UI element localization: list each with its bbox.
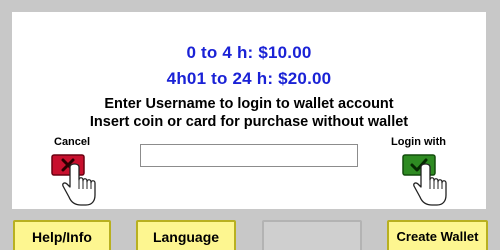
- rate-line-1: 0 to 4 h: $10.00: [186, 43, 312, 62]
- cancel-button[interactable]: [50, 153, 102, 209]
- login-button[interactable]: [401, 153, 453, 209]
- login-label: Login with: [391, 136, 446, 148]
- rate-line-2: 4h01 to 24 h: $20.00: [166, 69, 332, 88]
- blank-button[interactable]: [262, 220, 362, 250]
- username-input[interactable]: [140, 144, 358, 167]
- help-info-button[interactable]: Help/Info: [13, 220, 111, 250]
- main-panel: 0 to 4 h: $10.00 4h01 to 24 h: $20.00 En…: [12, 12, 486, 209]
- kiosk-screen: 0 to 4 h: $10.00 4h01 to 24 h: $20.00 En…: [0, 0, 500, 250]
- instruction-line-2: Insert coin or card for purchase without…: [89, 114, 409, 130]
- instruction-line-1: Enter Username to login to wallet accoun…: [104, 96, 394, 112]
- language-button[interactable]: Language: [136, 220, 236, 250]
- create-wallet-button[interactable]: Create Wallet: [387, 220, 488, 250]
- cancel-label: Cancel: [54, 136, 91, 148]
